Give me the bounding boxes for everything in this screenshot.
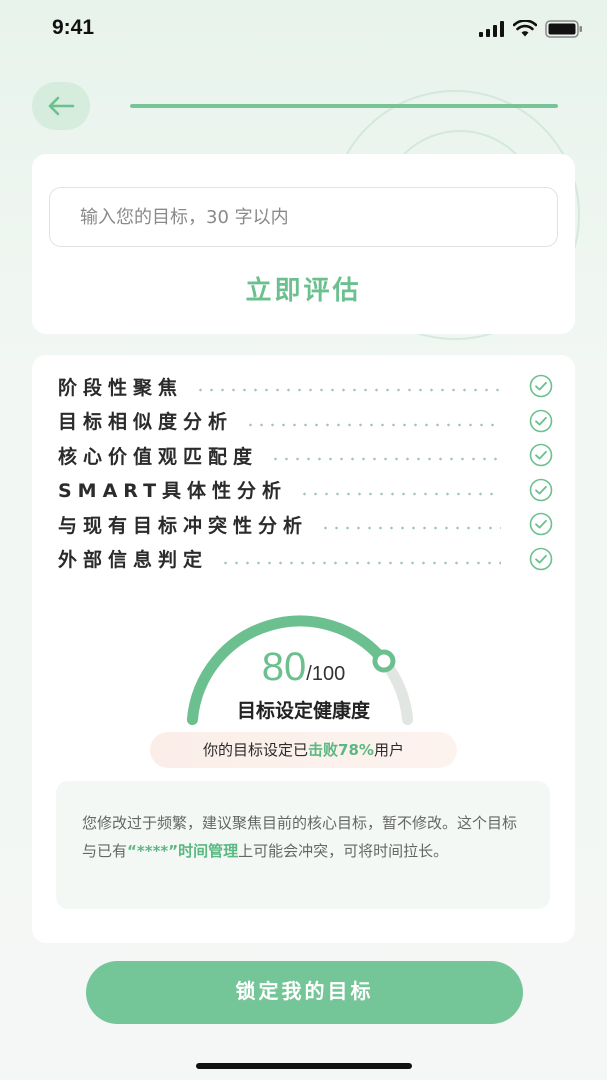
progress-fill [130, 104, 558, 108]
arrow-left-icon [48, 96, 75, 116]
status-time: 9:41 [52, 16, 95, 39]
check-item: 外部信息判定 [58, 542, 553, 577]
check-label: 目标相似度分析 [58, 411, 234, 434]
home-indicator [196, 1063, 412, 1069]
dotted-leader [299, 491, 501, 496]
rank-highlight: 击败78% [308, 741, 374, 759]
check-label: 外部信息判定 [58, 549, 209, 572]
score-total: /100 [306, 663, 346, 685]
dotted-leader [245, 422, 501, 427]
rank-badge: 你的目标设定已击败78%用户 [150, 732, 457, 768]
check-item: 与现有目标冲突性分析 [58, 507, 553, 542]
check-label: 与现有目标冲突性分析 [58, 514, 309, 537]
check-item: 阶段性聚焦 [58, 369, 553, 404]
score-value: 80 [261, 645, 307, 689]
check-label: 核心价值观匹配度 [58, 445, 259, 468]
check-circle-icon [529, 512, 553, 536]
status-icons [479, 20, 583, 38]
rank-suffix: 用户 [373, 741, 404, 759]
evaluation-result-card: 阶段性聚焦目标相似度分析核心价值观匹配度 SMART具体性分析 与现有目标冲突性分析… [32, 355, 575, 943]
check-circle-icon [529, 409, 553, 433]
dotted-leader [320, 526, 501, 531]
goal-input-card: 立即评估 [32, 154, 575, 334]
check-label: 阶段性聚焦 [58, 376, 184, 399]
rank-prefix: 你的目标设定已 [203, 741, 309, 759]
check-item: 核心价值观匹配度 [58, 438, 553, 473]
battery-icon [545, 20, 582, 38]
progress-bar [130, 104, 558, 108]
score: 80/100 [32, 645, 575, 690]
back-button[interactable] [32, 82, 90, 130]
check-circle-icon [529, 443, 553, 467]
dotted-leader [195, 388, 501, 393]
dotted-leader [220, 560, 501, 565]
status-bar: 9:41 [0, 0, 607, 60]
wifi-icon [513, 20, 537, 37]
dotted-leader [270, 457, 501, 462]
signal-icon [479, 21, 504, 37]
check-circle-icon [529, 547, 553, 571]
advice-box: 您修改过于频繁，建议聚焦目前的核心目标，暂不修改。这个目标与已有“****”时间… [56, 781, 550, 909]
check-list: 阶段性聚焦目标相似度分析核心价值观匹配度 SMART具体性分析 与现有目标冲突性分析… [58, 369, 553, 576]
check-label: SMART具体性分析 [58, 480, 288, 503]
check-circle-icon [529, 478, 553, 502]
check-circle-icon [529, 374, 553, 398]
advice-text-end: 上可能会冲突，可将时间拉长。 [238, 842, 449, 860]
lock-goal-button[interactable]: 锁定我的目标 [86, 961, 523, 1024]
check-item: SMART具体性分析 [58, 473, 553, 508]
evaluate-button[interactable]: 立即评估 [32, 266, 575, 316]
check-item: 目标相似度分析 [58, 404, 553, 439]
score-label: 目标设定健康度 [236, 700, 370, 722]
goal-input[interactable] [49, 187, 558, 247]
advice-highlight: “****”时间管理 [127, 842, 239, 860]
